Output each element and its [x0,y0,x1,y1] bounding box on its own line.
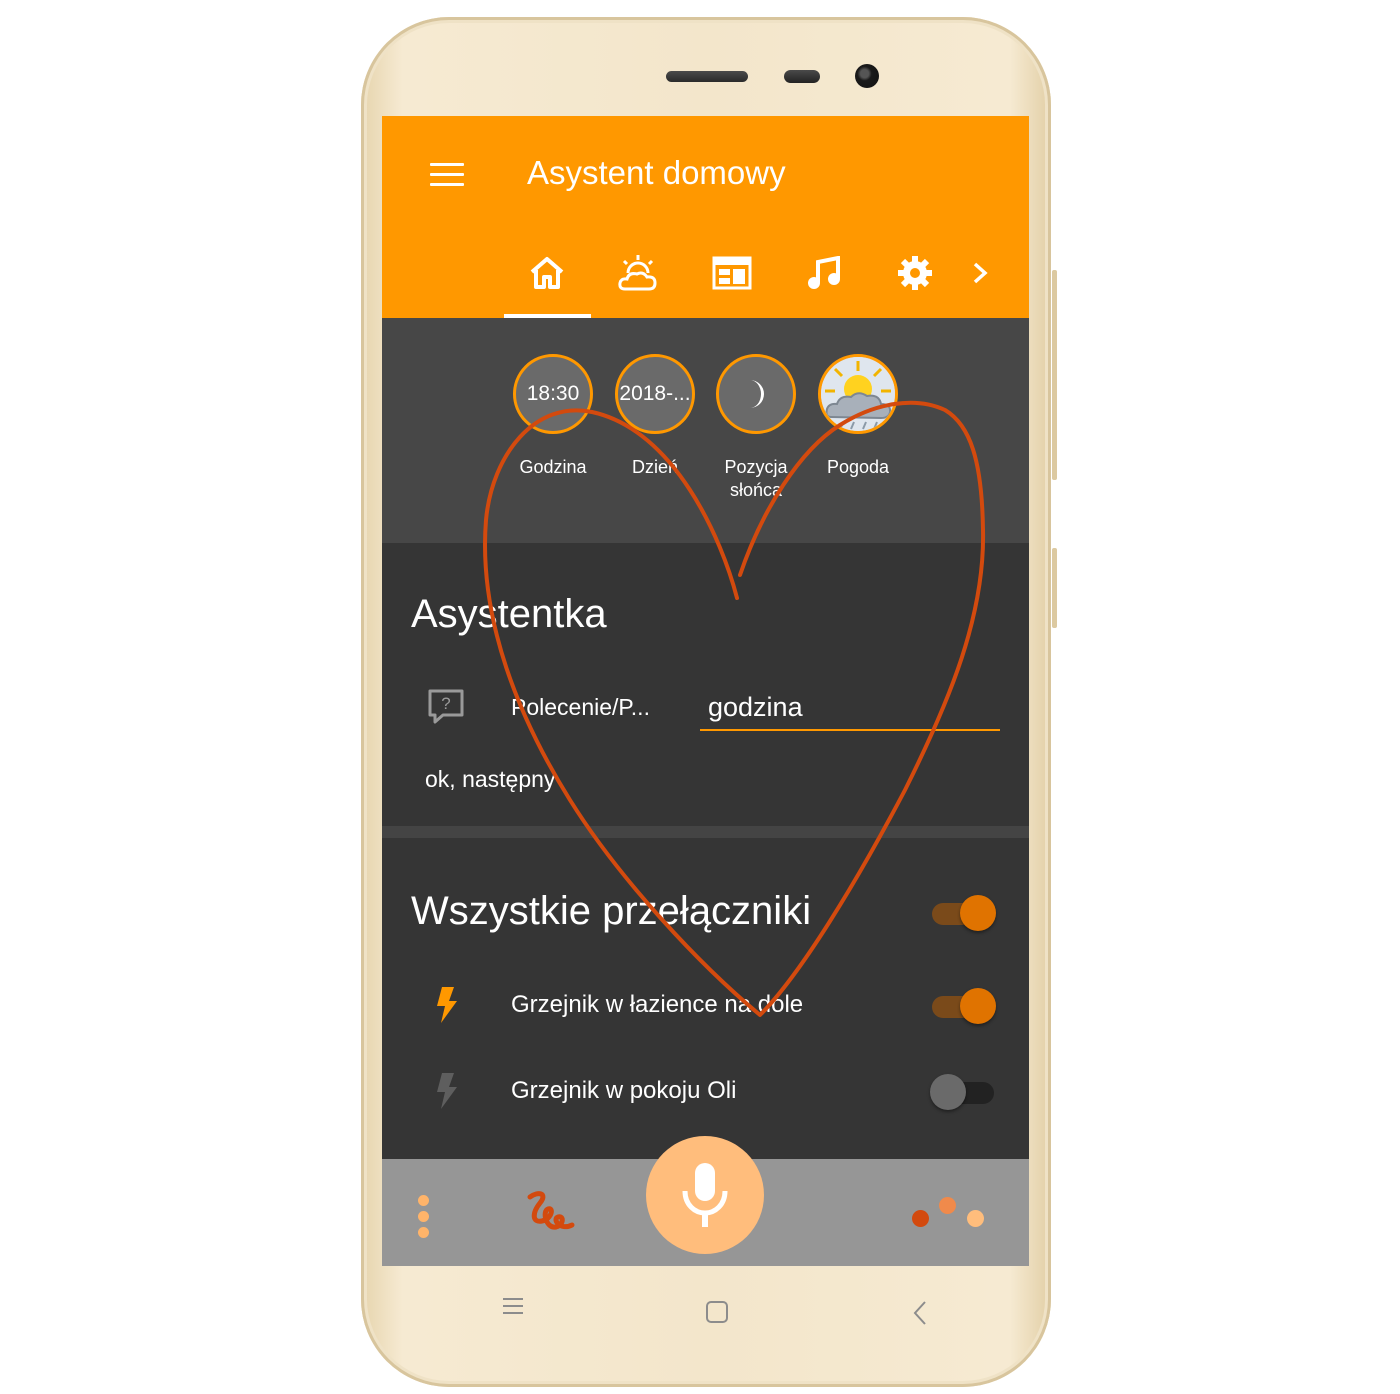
app-title: Asystent domowy [527,154,786,191]
assistant-dots-icon[interactable] [910,1197,990,1237]
svg-text:?: ? [441,694,450,713]
earpiece-speaker [666,71,748,82]
tab-weather[interactable] [613,248,663,298]
chevron-left-icon [913,1301,926,1325]
proximity-sensor [784,70,820,83]
badge-time-value: 18:30 [513,354,593,434]
switch-label-ola-room: Grzejnik w pokoju Oli [511,1077,737,1104]
tab-settings[interactable] [890,248,940,298]
home-button[interactable] [705,1300,729,1329]
chevron-right-icon [973,262,988,284]
calendar-icon [712,256,752,290]
badge-time[interactable]: 18:30 Godzina [510,354,596,479]
volume-button [1052,270,1057,480]
app-toolbar: Asystent domowy [382,116,1029,318]
weather-cloudy-sun-icon [821,357,895,431]
switch-label-bathroom: Grzejnik w łazience na dole [511,991,804,1018]
command-label: Polecenie/P... [511,694,650,720]
back-button[interactable] [912,1300,928,1331]
assistant-title: Asystentka [411,592,607,636]
microphone-button[interactable] [646,1136,764,1254]
crescent-moon-icon [750,380,764,408]
more-vertical-icon[interactable] [418,1195,430,1243]
switch-ola-room-heater[interactable] [930,1072,1000,1112]
microphone-icon [682,1163,728,1227]
badge-sun[interactable]: Pozycja słońca [713,354,799,502]
badge-time-label: Godzina [519,457,587,477]
tab-music[interactable] [799,248,849,298]
state-badges: 18:30 Godzina 2018-... Dzień Pozycja sło… [382,318,1029,543]
assistant-reply: ok, następny [425,766,556,792]
badge-date-value: 2018-... [615,354,695,434]
badge-weather-value [818,354,898,434]
badge-date-label: Dzień [631,457,679,477]
menu-lines-icon [503,1298,523,1314]
card-divider [382,826,1029,838]
tab-home[interactable] [522,248,572,298]
flash-icon [434,1072,458,1115]
switches-title: Wszystkie przełączniki [411,889,812,933]
gear-icon [898,256,932,290]
draw-scribble-icon[interactable] [524,1187,580,1242]
switch-bathroom-heater[interactable] [930,986,1000,1026]
badge-weather[interactable]: Pogoda [815,354,901,479]
power-button [1052,548,1057,628]
square-home-icon [706,1301,728,1323]
music-note-icon [808,256,840,289]
badge-weather-label: Pogoda [826,457,890,477]
tab-scroll-right[interactable] [955,248,1005,298]
speech-bubble-question-icon: ? [427,688,465,731]
weather-sunrise-icon [618,255,657,291]
flash-icon [434,986,458,1029]
front-camera [855,64,879,88]
badge-sun-label: Pozycja słońca [724,457,788,500]
command-input[interactable] [700,686,1000,731]
app-screen: Asystent domowy 18:30 Godzina 2018-... D… [382,116,1029,1266]
tab-calendar[interactable] [707,248,757,298]
badge-sun-value [716,354,796,434]
menu-icon[interactable] [430,163,464,187]
all-switches-toggle[interactable] [930,893,1000,933]
badge-date[interactable]: 2018-... Dzień [612,354,698,479]
recent-apps-button[interactable] [502,1296,524,1321]
home-icon [530,257,564,289]
